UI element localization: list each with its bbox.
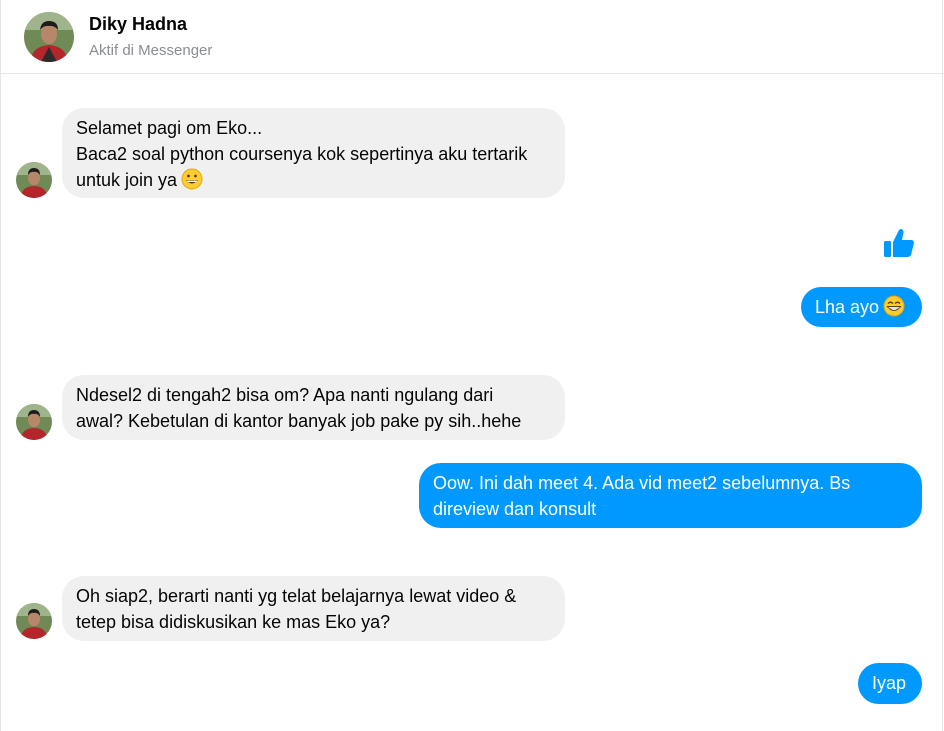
message-text: Selamet pagi om Eko... xyxy=(76,118,263,138)
incoming-message[interactable]: Selamet pagi om Eko... Baca2 soal python… xyxy=(62,108,565,198)
contact-avatar-small[interactable] xyxy=(16,162,52,198)
message-text: Lha ayo xyxy=(815,294,908,320)
message-text: tetep bisa didiskusikan ke mas Eko ya? xyxy=(76,612,391,632)
grinning-face-emoji xyxy=(181,168,203,190)
message-text: Baca2 soal python coursenya kok sepertin… xyxy=(76,144,528,164)
contact-avatar[interactable] xyxy=(24,12,74,62)
message-text: untuk join ya xyxy=(76,167,551,193)
message-text: Ndesel2 di tengah2 bisa om? Apa nanti ng… xyxy=(76,385,494,405)
grinning-smiling-eyes-emoji xyxy=(883,295,905,317)
incoming-message[interactable]: Ndesel2 di tengah2 bisa om? Apa nanti ng… xyxy=(62,375,565,440)
contact-avatar-small[interactable] xyxy=(16,404,52,440)
conversation-header: Diky Hadna Aktif di Messenger xyxy=(0,0,944,74)
outgoing-message[interactable]: Lha ayo xyxy=(801,287,922,327)
contact-avatar-small[interactable] xyxy=(16,603,52,639)
message-text: Iyap xyxy=(872,673,907,693)
outgoing-message[interactable]: Iyap xyxy=(858,663,922,704)
message-text: awal? Kebetulan di kantor banyak job pak… xyxy=(76,411,522,431)
message-text: Oh siap2, berarti nanti yg telat belajar… xyxy=(76,586,517,606)
incoming-message[interactable]: Oh siap2, berarti nanti yg telat belajar… xyxy=(62,576,565,641)
message-text: Oow. Ini dah meet 4. Ada vid meet2 sebel… xyxy=(433,473,851,493)
outgoing-message[interactable]: Oow. Ini dah meet 4. Ada vid meet2 sebel… xyxy=(419,463,922,528)
contact-name[interactable]: Diky Hadna xyxy=(89,14,187,35)
thumbs-up-icon[interactable] xyxy=(882,226,916,260)
message-text: direview dan konsult xyxy=(433,499,597,519)
active-status: Aktif di Messenger xyxy=(89,42,213,59)
